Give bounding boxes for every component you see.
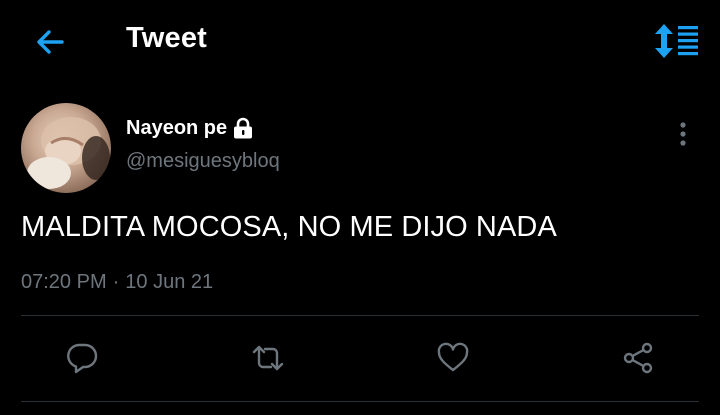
lock-icon [232,117,254,139]
author-name[interactable]: Nayeon pe [126,117,227,140]
heart-icon [437,342,469,372]
tweet-time: 07:20 PM [21,271,107,293]
share-button[interactable] [616,336,660,380]
tweet-date: 10 Jun 21 [125,271,214,293]
meta-separator: · [112,271,120,293]
share-icon [623,342,653,374]
retweet-button[interactable] [246,336,290,380]
author-handle[interactable]: @mesiguesybloq [126,150,280,173]
page-title: Tweet [126,22,208,54]
more-options-button[interactable] [670,118,696,152]
arrow-left-icon [37,30,64,54]
reply-icon [67,343,98,374]
avatar-photo [27,117,110,189]
tweet-text: MALDITA MOCOSA, NO ME DIJO NADA [21,211,557,243]
more-vertical-icon [680,122,686,146]
author-line: Nayeon pe [126,113,254,143]
sort-order-button[interactable] [652,22,700,60]
reply-button[interactable] [60,336,104,380]
divider [21,401,699,402]
divider [21,315,699,316]
avatar[interactable] [21,103,111,193]
back-button[interactable] [30,22,70,62]
tweet-timestamp: 07:20 PM · 10 Jun 21 [21,271,213,294]
like-button[interactable] [431,336,475,380]
retweet-icon [252,345,284,371]
sort-order-icon [655,24,698,58]
top-bar: Tweet [0,0,720,82]
